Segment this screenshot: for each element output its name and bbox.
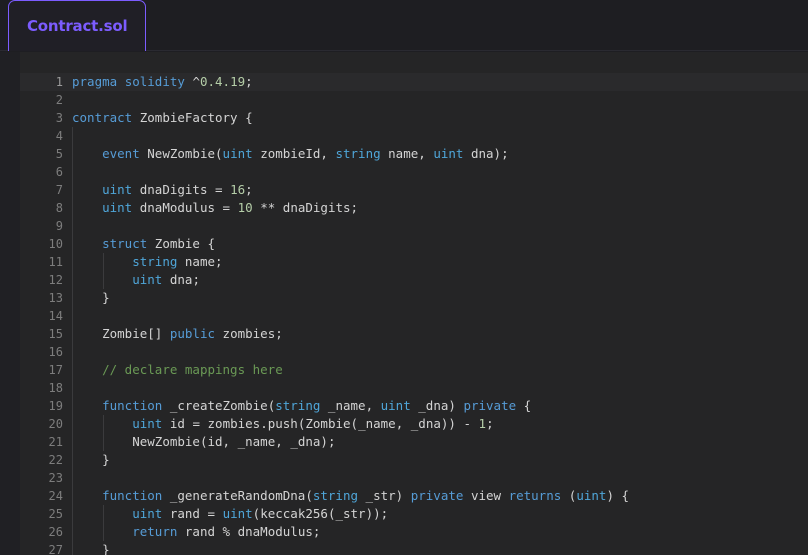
- line-number: 25: [20, 505, 72, 523]
- indent-guide: [103, 253, 104, 271]
- line-code: uint id = zombies.push(Zombie(_name, _dn…: [72, 415, 808, 433]
- code-line[interactable]: 4: [20, 127, 808, 145]
- line-code: [72, 91, 808, 109]
- code-line[interactable]: 25 uint rand = uint(keccak256(_str));: [20, 505, 808, 523]
- line-code: [72, 343, 808, 361]
- code-line[interactable]: 12 uint dna;: [20, 271, 808, 289]
- editor-left-strip: [0, 52, 20, 555]
- code-line[interactable]: 17 // declare mappings here: [20, 361, 808, 379]
- code-line[interactable]: 16: [20, 343, 808, 361]
- line-code: [72, 217, 808, 235]
- line-code: [72, 163, 808, 181]
- line-number: 13: [20, 289, 72, 307]
- line-code: }: [72, 289, 808, 307]
- line-code: function _createZombie(string _name, uin…: [72, 397, 808, 415]
- line-code: uint dna;: [72, 271, 808, 289]
- line-number: 4: [20, 127, 72, 145]
- line-number: 2: [20, 91, 72, 109]
- line-code: contract ZombieFactory {: [72, 109, 808, 127]
- line-number: 21: [20, 433, 72, 451]
- line-number: 18: [20, 379, 72, 397]
- code-line[interactable]: 11 string name;: [20, 253, 808, 271]
- line-number: 3: [20, 109, 72, 127]
- indent-guide: [103, 415, 104, 433]
- code-content[interactable]: 1 pragma solidity ^0.4.19; 2 3 contract …: [20, 52, 808, 555]
- line-number: 15: [20, 325, 72, 343]
- line-number: 26: [20, 523, 72, 541]
- line-number: 10: [20, 235, 72, 253]
- line-code: }: [72, 451, 808, 469]
- line-number: 16: [20, 343, 72, 361]
- code-line[interactable]: 7 uint dnaDigits = 16;: [20, 181, 808, 199]
- line-code: [72, 307, 808, 325]
- line-number: 11: [20, 253, 72, 271]
- code-line[interactable]: 3 contract ZombieFactory {: [20, 109, 808, 127]
- line-code: [72, 379, 808, 397]
- code-line[interactable]: 22 }: [20, 451, 808, 469]
- code-line[interactable]: 1 pragma solidity ^0.4.19;: [20, 73, 808, 91]
- code-line[interactable]: 8 uint dnaModulus = 10 ** dnaDigits;: [20, 199, 808, 217]
- code-line[interactable]: 26 return rand % dnaModulus;: [20, 523, 808, 541]
- code-line[interactable]: 13 }: [20, 289, 808, 307]
- line-number: 23: [20, 469, 72, 487]
- code-line[interactable]: 5 event NewZombie(uint zombieId, string …: [20, 145, 808, 163]
- code-line[interactable]: 23: [20, 469, 808, 487]
- indent-guide: [103, 271, 104, 289]
- code-line[interactable]: 10 struct Zombie {: [20, 235, 808, 253]
- line-code: function _generateRandomDna(string _str)…: [72, 487, 808, 505]
- code-line[interactable]: 9: [20, 217, 808, 235]
- line-code: [72, 469, 808, 487]
- line-number: 24: [20, 487, 72, 505]
- code-editor-window: Contract.sol 1 pragma solidity ^0.4.19; …: [0, 0, 808, 555]
- line-code: uint dnaModulus = 10 ** dnaDigits;: [72, 199, 808, 217]
- code-line[interactable]: 6: [20, 163, 808, 181]
- line-number: 6: [20, 163, 72, 181]
- indent-guide: [103, 523, 104, 541]
- line-code: pragma solidity ^0.4.19;: [72, 73, 808, 91]
- line-number: 19: [20, 397, 72, 415]
- line-number: 1: [20, 73, 72, 91]
- line-number: 14: [20, 307, 72, 325]
- line-number: 5: [20, 145, 72, 163]
- line-code: uint dnaDigits = 16;: [72, 181, 808, 199]
- line-number: 17: [20, 361, 72, 379]
- line-code: Zombie[] public zombies;: [72, 325, 808, 343]
- code-line[interactable]: 19 function _createZombie(string _name, …: [20, 397, 808, 415]
- line-number: 7: [20, 181, 72, 199]
- line-code: // declare mappings here: [72, 361, 808, 379]
- code-line[interactable]: 18: [20, 379, 808, 397]
- line-code: struct Zombie {: [72, 235, 808, 253]
- tab-contract-sol[interactable]: Contract.sol: [8, 0, 146, 51]
- line-code: return rand % dnaModulus;: [72, 523, 808, 541]
- line-number: 8: [20, 199, 72, 217]
- line-code: }: [72, 541, 808, 555]
- code-line[interactable]: 14: [20, 307, 808, 325]
- line-number: 27: [20, 541, 72, 555]
- line-number: 22: [20, 451, 72, 469]
- line-code: uint rand = uint(keccak256(_str));: [72, 505, 808, 523]
- line-code: [72, 127, 808, 145]
- indent-guide: [103, 505, 104, 523]
- line-number: 9: [20, 217, 72, 235]
- code-line[interactable]: 15 Zombie[] public zombies;: [20, 325, 808, 343]
- code-line[interactable]: 21 NewZombie(id, _name, _dna);: [20, 433, 808, 451]
- line-number: 12: [20, 271, 72, 289]
- tab-label: Contract.sol: [27, 17, 127, 35]
- line-number: 20: [20, 415, 72, 433]
- editor-tab-bar: Contract.sol: [0, 0, 808, 51]
- indent-guide: [103, 433, 104, 451]
- line-code: event NewZombie(uint zombieId, string na…: [72, 145, 808, 163]
- code-line[interactable]: 24 function _generateRandomDna(string _s…: [20, 487, 808, 505]
- code-line[interactable]: 2: [20, 91, 808, 109]
- code-line[interactable]: 27 }: [20, 541, 808, 555]
- code-line[interactable]: 20 uint id = zombies.push(Zombie(_name, …: [20, 415, 808, 433]
- line-code: string name;: [72, 253, 808, 271]
- code-editor[interactable]: 1 pragma solidity ^0.4.19; 2 3 contract …: [0, 52, 808, 555]
- line-code: NewZombie(id, _name, _dna);: [72, 433, 808, 451]
